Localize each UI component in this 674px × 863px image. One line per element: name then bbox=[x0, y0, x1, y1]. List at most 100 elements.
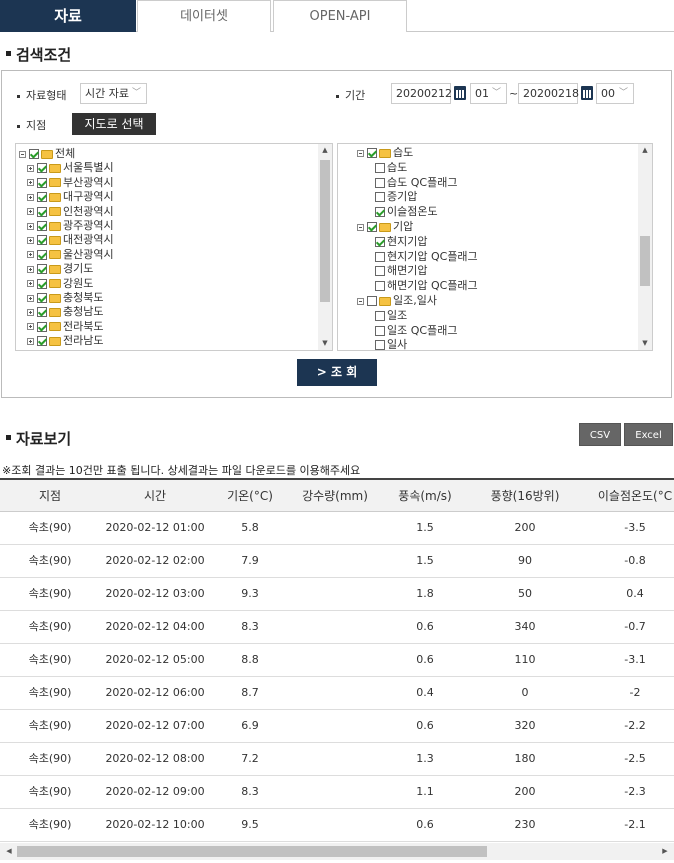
scroll-down-icon[interactable]: ▼ bbox=[318, 339, 332, 347]
checkbox[interactable] bbox=[37, 163, 47, 174]
tab-dataset[interactable]: 데이터셋 bbox=[137, 0, 271, 32]
checkbox[interactable] bbox=[37, 278, 47, 289]
expand-icon[interactable] bbox=[27, 337, 34, 345]
element-tree-item[interactable]: 일조 QC플래그 bbox=[375, 324, 457, 338]
station-tree-item[interactable]: 울산광역시 bbox=[27, 248, 114, 262]
checkbox[interactable] bbox=[375, 340, 385, 350]
station-tree-item[interactable]: 전라북도 bbox=[27, 320, 103, 334]
checkbox[interactable] bbox=[37, 206, 47, 217]
element-tree-item[interactable]: 일사 bbox=[375, 338, 407, 350]
checkbox[interactable] bbox=[37, 336, 47, 347]
checkbox[interactable] bbox=[367, 148, 377, 158]
checkbox[interactable] bbox=[375, 325, 385, 336]
station-tree-item[interactable]: 강원도 bbox=[27, 277, 93, 291]
scroll-up-icon[interactable]: ▲ bbox=[318, 146, 332, 154]
expand-icon[interactable] bbox=[27, 265, 34, 273]
element-group-item[interactable]: 일조,일사 bbox=[357, 294, 437, 308]
checkbox[interactable] bbox=[29, 149, 39, 159]
checkbox[interactable] bbox=[375, 207, 385, 218]
expand-icon[interactable] bbox=[27, 294, 34, 302]
checkbox[interactable] bbox=[37, 221, 47, 231]
collapse-icon[interactable] bbox=[357, 223, 364, 231]
checkbox[interactable] bbox=[37, 235, 47, 246]
excel-download-button[interactable]: Excel bbox=[624, 423, 673, 446]
data-type-select[interactable]: 시간 자료 ﹀ bbox=[80, 83, 147, 104]
query-button[interactable]: > 조 회 bbox=[297, 359, 377, 386]
checkbox[interactable] bbox=[375, 281, 385, 292]
element-tree-item[interactable]: 현지기압 bbox=[375, 235, 427, 249]
expand-icon[interactable] bbox=[27, 208, 34, 216]
checkbox[interactable] bbox=[375, 192, 385, 203]
element-tree-item[interactable]: 증기압 bbox=[375, 190, 417, 204]
tab-data[interactable]: 자료 bbox=[0, 0, 136, 32]
element-tree-item[interactable]: 이슬점온도 bbox=[375, 205, 438, 219]
end-date-input[interactable]: 20200218 bbox=[518, 83, 579, 104]
expand-icon[interactable] bbox=[27, 280, 34, 288]
table-cell: 2020-02-12 03:00 bbox=[105, 587, 205, 600]
expand-icon[interactable] bbox=[27, 251, 34, 259]
checkbox[interactable] bbox=[37, 177, 47, 188]
station-tree-item[interactable]: 부산광역시 bbox=[27, 176, 114, 190]
scroll-down-icon[interactable]: ▼ bbox=[638, 339, 652, 347]
element-tree-item[interactable]: 해면기압 QC플래그 bbox=[375, 279, 478, 293]
expand-icon[interactable] bbox=[27, 193, 34, 201]
checkbox[interactable] bbox=[375, 236, 385, 247]
checkbox[interactable] bbox=[37, 293, 47, 303]
tab-open-api[interactable]: OPEN-API bbox=[273, 0, 407, 32]
start-hour-select[interactable]: 01 ﹀ bbox=[470, 83, 507, 104]
checkbox[interactable] bbox=[367, 296, 377, 306]
collapse-icon[interactable] bbox=[19, 150, 26, 158]
station-tree-item[interactable]: 전라남도 bbox=[27, 334, 103, 348]
element-group-item[interactable]: 기압 bbox=[357, 220, 413, 234]
calendar-icon[interactable] bbox=[454, 86, 466, 100]
station-tree-item[interactable]: 충청북도 bbox=[27, 291, 103, 305]
element-tree-item[interactable]: 습도 bbox=[375, 161, 407, 175]
station-tree-item[interactable]: 서울특별시 bbox=[27, 161, 114, 175]
station-tree-item[interactable]: 충청남도 bbox=[27, 305, 103, 319]
expand-icon[interactable] bbox=[27, 236, 34, 244]
checkbox[interactable] bbox=[37, 321, 47, 332]
collapse-icon[interactable] bbox=[357, 149, 364, 157]
checkbox[interactable] bbox=[37, 307, 47, 318]
element-group-item[interactable]: 습도 bbox=[357, 146, 413, 160]
csv-download-button[interactable]: CSV bbox=[579, 423, 621, 446]
end-hour-select[interactable]: 00 ﹀ bbox=[596, 83, 634, 104]
scroll-thumb[interactable] bbox=[640, 236, 650, 286]
start-date-input[interactable]: 20200212 bbox=[391, 83, 452, 104]
scroll-left-icon[interactable]: ◀ bbox=[2, 847, 16, 855]
scroll-thumb[interactable] bbox=[17, 846, 487, 857]
station-tree-item[interactable]: 대구광역시 bbox=[27, 190, 114, 204]
expand-icon[interactable] bbox=[27, 308, 34, 316]
calendar-icon[interactable] bbox=[581, 86, 593, 100]
expand-icon[interactable] bbox=[27, 164, 34, 172]
station-tree-item[interactable]: 인천광역시 bbox=[27, 205, 114, 219]
checkbox[interactable] bbox=[375, 251, 385, 262]
checkbox[interactable] bbox=[37, 192, 47, 203]
element-tree-item[interactable]: 습도 QC플래그 bbox=[375, 176, 457, 190]
scroll-thumb[interactable] bbox=[320, 160, 330, 302]
checkbox[interactable] bbox=[37, 264, 47, 275]
expand-icon[interactable] bbox=[27, 222, 34, 230]
select-by-map-button[interactable]: 지도로 선택 bbox=[72, 113, 156, 135]
checkbox[interactable] bbox=[367, 222, 377, 232]
element-tree-item[interactable]: 해면기압 bbox=[375, 264, 427, 278]
station-tree-item[interactable]: 대전광역시 bbox=[27, 233, 114, 247]
element-tree-scrollbar[interactable]: ▲ ▼ bbox=[638, 144, 652, 350]
expand-icon[interactable] bbox=[27, 179, 34, 187]
scroll-up-icon[interactable]: ▲ bbox=[638, 146, 652, 154]
tree-root-all[interactable]: 전체 bbox=[19, 147, 75, 161]
checkbox[interactable] bbox=[375, 177, 385, 188]
expand-icon[interactable] bbox=[27, 323, 34, 331]
checkbox[interactable] bbox=[375, 162, 385, 173]
station-tree-item[interactable]: 광주광역시 bbox=[27, 219, 114, 233]
checkbox[interactable] bbox=[375, 266, 385, 277]
checkbox[interactable] bbox=[37, 249, 47, 260]
station-tree-item[interactable]: 경기도 bbox=[27, 262, 93, 276]
table-horizontal-scrollbar[interactable]: ◀ ▶ bbox=[0, 843, 674, 860]
element-tree-item[interactable]: 일조 bbox=[375, 309, 407, 323]
station-tree-scrollbar[interactable]: ▲ ▼ bbox=[318, 144, 332, 350]
scroll-right-icon[interactable]: ▶ bbox=[658, 847, 672, 855]
element-tree-item[interactable]: 현지기압 QC플래그 bbox=[375, 250, 478, 264]
checkbox[interactable] bbox=[375, 310, 385, 321]
collapse-icon[interactable] bbox=[357, 297, 364, 305]
